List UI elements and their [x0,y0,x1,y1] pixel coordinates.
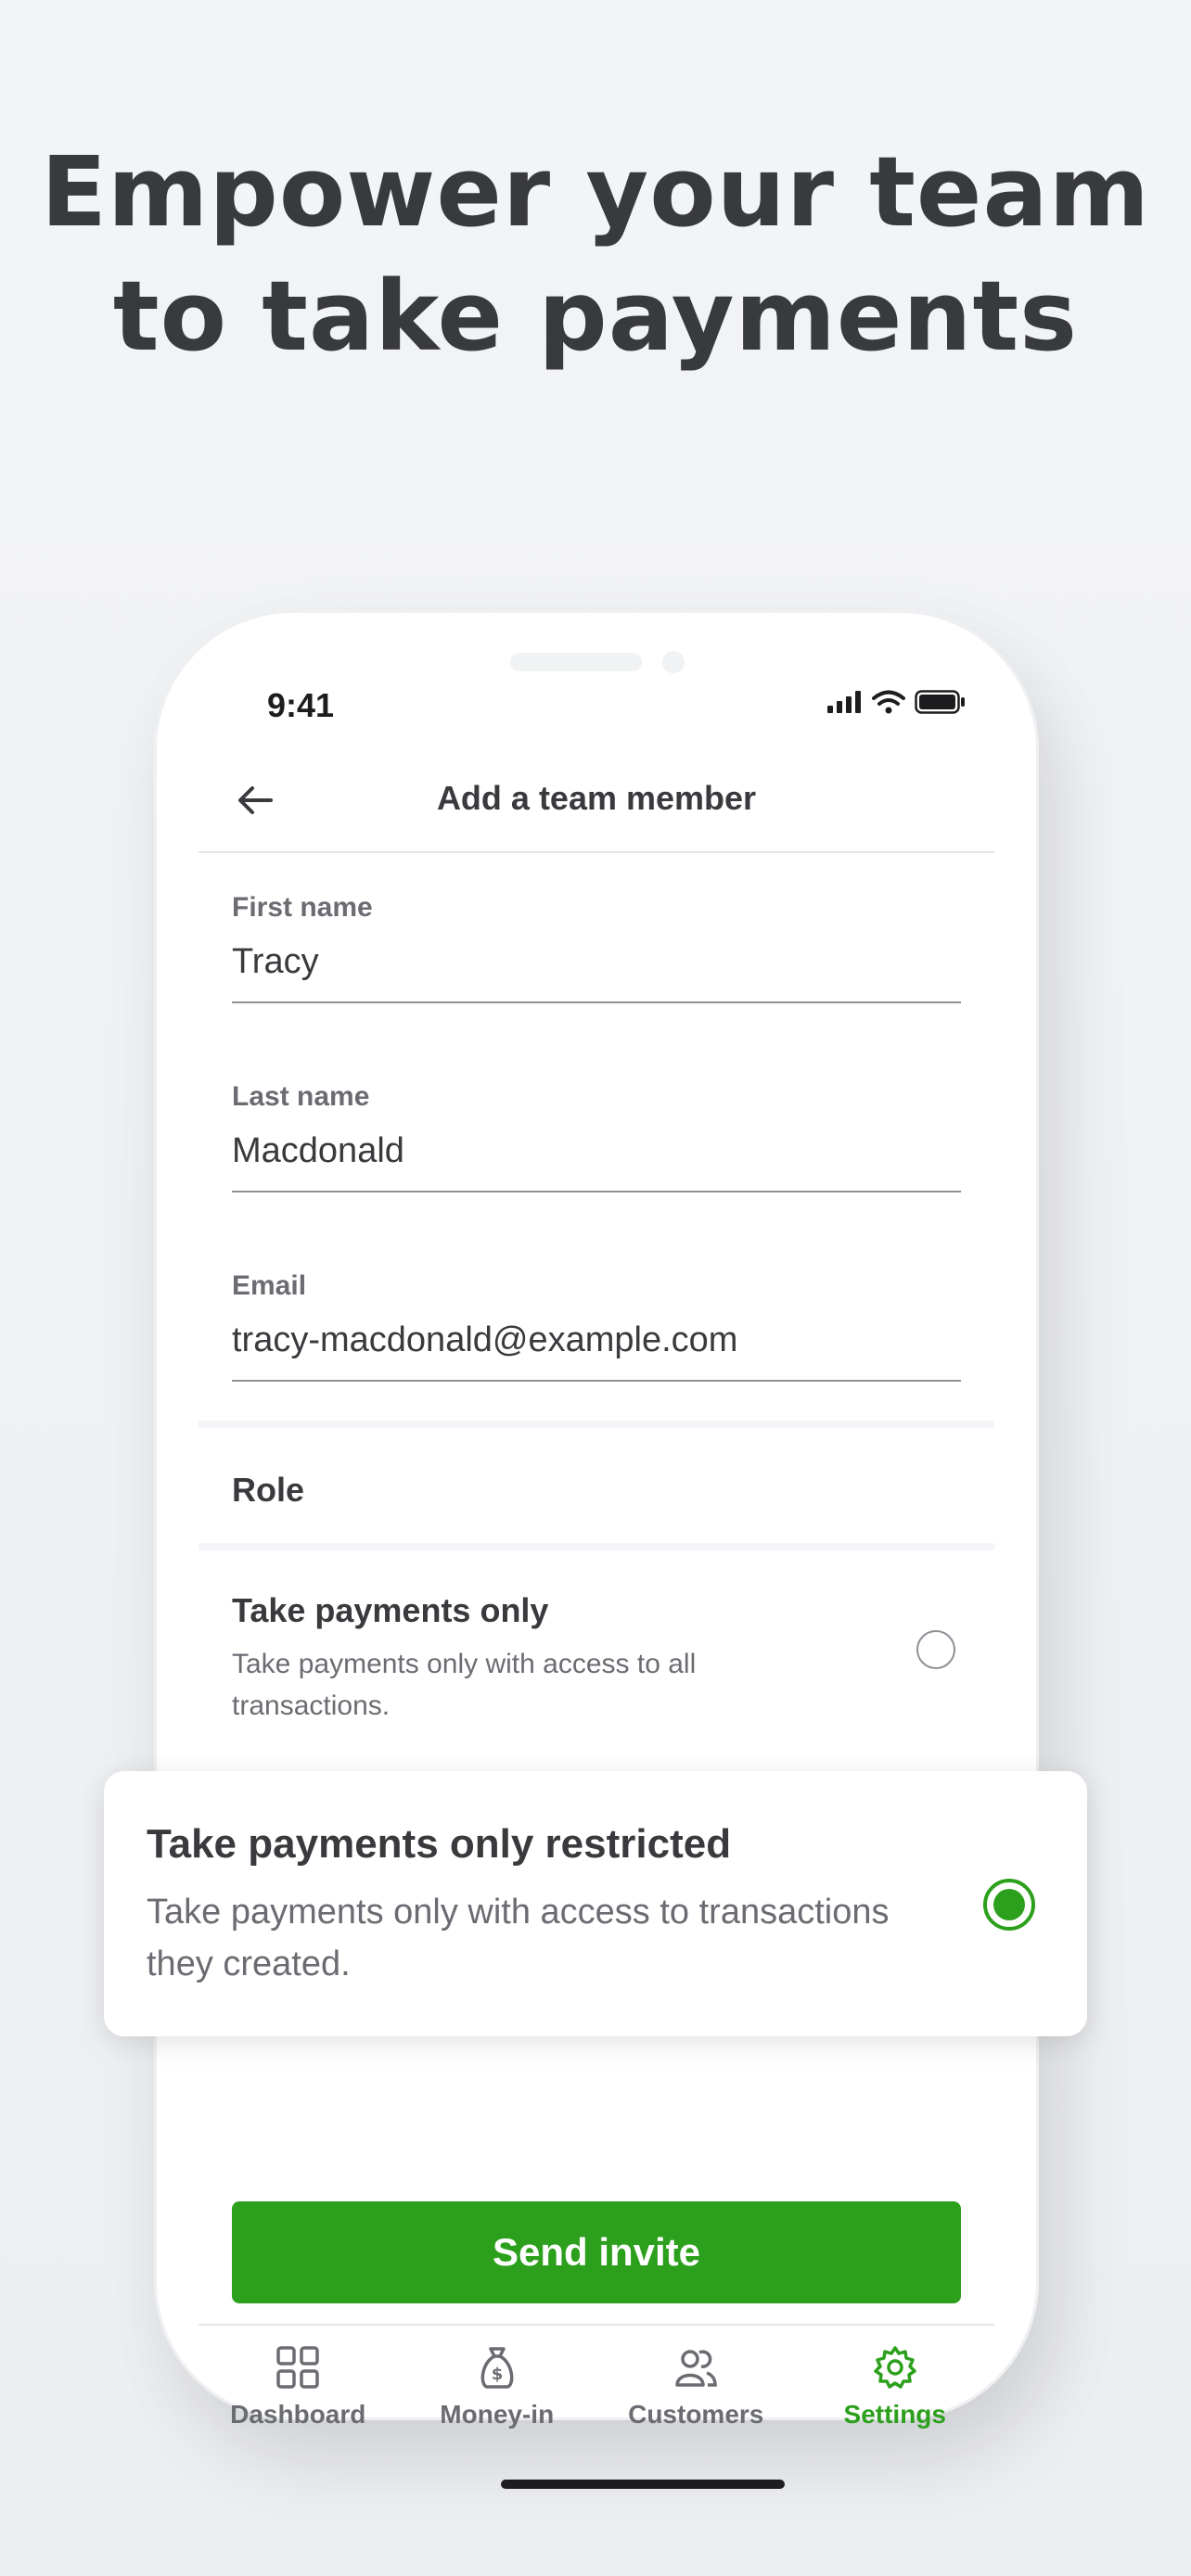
battery-icon [915,690,965,714]
email-field[interactable]: Email tracy-macdonald@example.com [198,1231,994,1421]
first-name-label: First name [232,892,373,923]
customers-icon [675,2350,718,2387]
headline-line-1: Empower your team [41,135,1150,249]
radio-selected-dot [993,1889,1025,1920]
headline: Empower your team to take payments [0,130,1191,378]
dashboard-icon [276,2346,319,2389]
last-name-label: Last name [232,1081,370,1112]
last-name-underline [232,1191,961,1192]
last-name-field[interactable]: Last name Macdonald [198,1042,994,1231]
tab-settings[interactable]: Settings [796,2326,995,2437]
radio-button-selected[interactable] [983,1879,1035,1931]
email-label: Email [232,1270,307,1301]
headline-line-2: to take payments [112,260,1079,373]
signal-icon [827,691,861,713]
screen: Add a team member First name Tracy Last … [198,740,994,2489]
phone-camera [662,651,685,673]
home-indicator [501,2480,785,2489]
role-option-description: Take payments only with access to all tr… [232,1649,697,1721]
tab-bar: Dashboard $ Money-in Customers Settings [198,2324,994,2437]
nav-bar: Add a team member [198,740,994,853]
first-name-field[interactable]: First name Tracy [198,853,994,1042]
status-time: 9:41 [267,686,335,724]
radio-button-unselected[interactable] [916,1630,955,1669]
phone-frame: 9:41 Add a team member First name Tracy … [154,610,1039,2489]
first-name-input[interactable]: Tracy [232,942,319,982]
tab-dashboard-label: Dashboard [230,2400,366,2429]
email-input[interactable]: tracy-macdonald@example.com [232,1320,737,1360]
tab-money-in[interactable]: $ Money-in [398,2326,597,2437]
status-icons [827,690,967,714]
tab-settings-label: Settings [843,2400,946,2429]
tab-customers-label: Customers [628,2400,764,2429]
role-option-take-payments-only-restricted[interactable]: Take payments only restricted Take payme… [104,1771,1087,2036]
money-bag-icon: $ [480,2347,514,2389]
wifi-icon [872,690,905,714]
gear-icon [874,2346,916,2389]
section-divider [198,1421,994,1428]
role-option-take-payments-only[interactable]: Take payments only Take payments only wi… [198,1550,994,1773]
first-name-underline [232,1001,961,1003]
tab-customers[interactable]: Customers [596,2326,796,2437]
role-option-title: Take payments only [232,1591,549,1629]
role-option-title: Take payments only restricted [147,1821,732,1867]
tab-dashboard[interactable]: Dashboard [198,2326,398,2437]
svg-text:$: $ [491,2365,503,2384]
last-name-input[interactable]: Macdonald [232,1131,404,1171]
tab-money-in-label: Money-in [440,2400,555,2429]
send-invite-button[interactable]: Send invite [232,2201,961,2303]
role-section-header: Role [198,1428,994,1550]
role-label: Role [232,1471,305,1509]
email-underline [232,1380,961,1382]
phone-speaker [510,653,642,671]
role-option-description: Take payments only with access to transa… [147,1893,890,1983]
page-title: Add a team member [436,779,757,817]
